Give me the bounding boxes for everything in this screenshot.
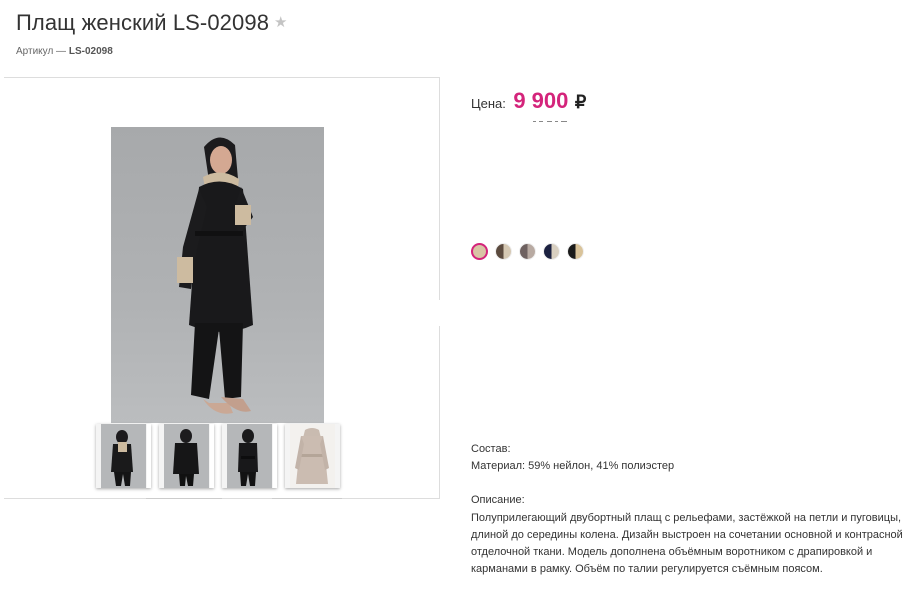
sku-label: Артикул — <box>16 46 67 57</box>
product-title-text: Плащ женский LS-02098 <box>16 10 270 35</box>
thumbnail-2-figure <box>173 429 199 486</box>
thumbnail-strip <box>96 424 342 490</box>
thumbnail-4[interactable] <box>285 424 340 488</box>
sku: Артикул — LS-02098 <box>16 46 113 57</box>
thumbnail-4-figure <box>295 428 329 484</box>
currency-symbol: ₽ <box>574 92 587 112</box>
main-product-image[interactable] <box>111 127 324 423</box>
thumbnail-2[interactable] <box>159 424 214 488</box>
color-swatch-navy-beige[interactable] <box>543 243 560 260</box>
description-heading: Описание: <box>471 494 525 506</box>
color-swatch-grey-brown[interactable] <box>519 243 536 260</box>
thumbnail-1[interactable] <box>96 424 151 488</box>
color-swatch-brown-beige[interactable] <box>495 243 512 260</box>
thumbnail-3[interactable] <box>222 424 277 488</box>
color-swatch-beige[interactable] <box>471 243 488 260</box>
favorite-star-icon[interactable]: ★ <box>274 14 288 31</box>
sku-value: LS-02098 <box>68 46 113 57</box>
price-label: Цена: <box>471 96 506 111</box>
description-text: Полуприлегающий двубортный плащ с рельеф… <box>471 512 903 575</box>
model-figure <box>177 137 253 414</box>
price-block: Цена: 9 900 ₽ <box>471 88 586 114</box>
composition-heading: Состав: <box>471 443 511 455</box>
thumbnail-3-figure <box>238 429 258 486</box>
thumbnail-1-figure <box>111 430 133 486</box>
composition-text: Материал: 59% нейлон, 41% полиэстер <box>471 460 675 472</box>
color-swatch-black-beige[interactable] <box>567 243 584 260</box>
price-value: 9 900 <box>513 88 569 113</box>
product-gallery <box>4 77 441 499</box>
product-title: Плащ женский LS-02098 ★ <box>16 10 288 36</box>
